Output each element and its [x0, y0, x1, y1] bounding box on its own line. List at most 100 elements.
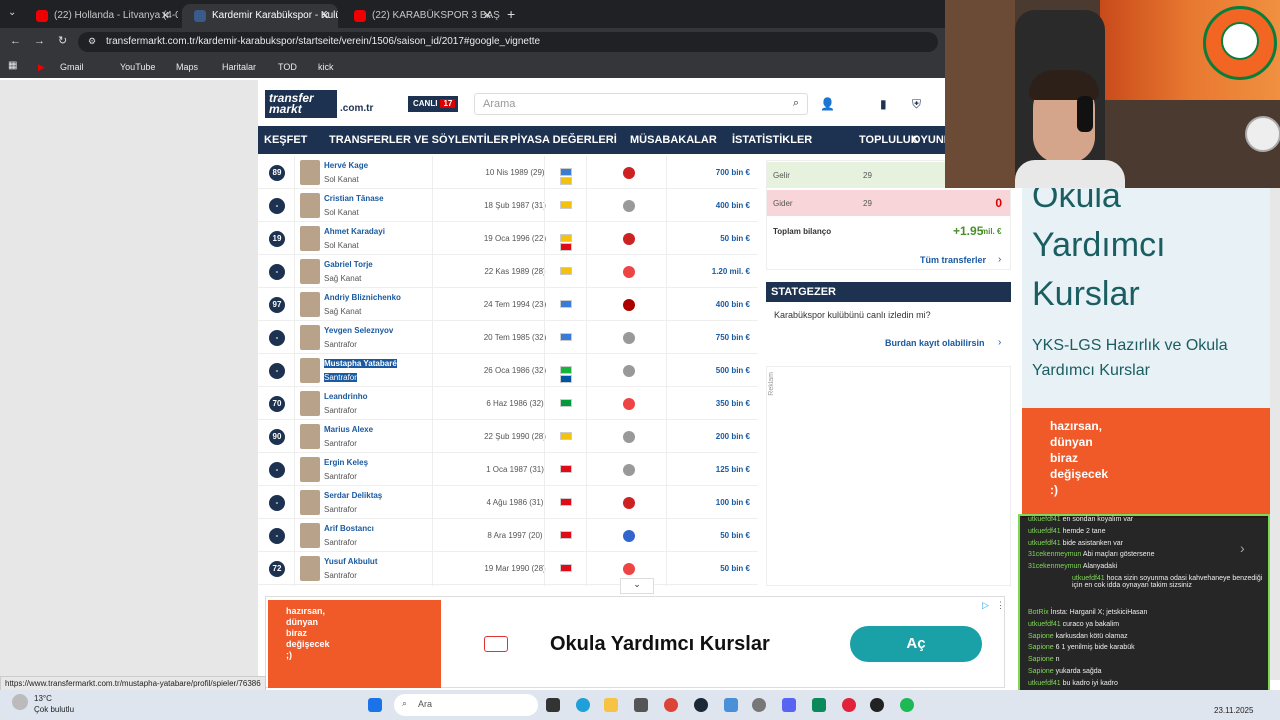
opera-icon[interactable] — [842, 698, 856, 712]
forward-icon[interactable]: → — [34, 35, 45, 47]
chat-username[interactable]: Sapione — [1028, 644, 1054, 651]
chat-username[interactable]: utkuefdf41 — [1028, 621, 1061, 628]
player-photo[interactable] — [300, 457, 320, 482]
club-crest-icon[interactable] — [623, 530, 635, 542]
tab-karabukspor[interactable]: (22) KARABÜKSPOR 3 BAŞAKŞE✕ — [342, 4, 500, 28]
nav-topluluk[interactable]: TOPLULUK — [859, 134, 919, 146]
player-name-link[interactable]: Arif Bostancı — [324, 524, 374, 533]
chat-username[interactable]: 31cekenmeymun — [1028, 563, 1081, 570]
live-button[interactable]: CANLI 17 — [408, 96, 458, 112]
player-name-link[interactable]: Ahmet Karadayi — [324, 227, 385, 236]
market-value[interactable]: 1.20 mil. € — [668, 267, 750, 276]
apps-icon[interactable]: ▦ — [8, 60, 17, 71]
player-name-link[interactable]: Andriy Bliznichenko — [324, 293, 401, 302]
chat-username[interactable]: Sapione — [1028, 633, 1054, 640]
nav-istatistikler[interactable]: İSTATİSTİKLER — [732, 134, 812, 146]
player-photo[interactable] — [300, 226, 320, 251]
player-name-link[interactable]: Yusuf Akbulut — [324, 557, 377, 566]
nav-musabakalar[interactable]: MÜSABAKALAR — [630, 134, 717, 146]
steam-icon[interactable] — [694, 698, 708, 712]
player-photo[interactable] — [300, 358, 320, 383]
player-name-link[interactable]: Mustapha Yatabaré — [324, 359, 397, 368]
market-value[interactable]: 400 bin € — [668, 300, 750, 309]
player-name-link[interactable]: Serdar Deliktaş — [324, 491, 382, 500]
bookmark-kick[interactable]: kick — [318, 62, 334, 72]
new-tab-button[interactable]: + — [507, 6, 515, 22]
settings-icon[interactable] — [752, 698, 766, 712]
taskbar-search[interactable]: ⌕ Ara — [394, 694, 538, 716]
back-icon[interactable]: ← — [10, 35, 21, 47]
tab-hollanda[interactable]: (22) Hollanda - Litvanya (4-0) M✕ — [24, 4, 178, 28]
market-value[interactable]: 200 bin € — [668, 432, 750, 441]
reload-icon[interactable]: ↻ — [58, 34, 67, 47]
transfermarkt-logo[interactable]: transfer markt — [265, 90, 337, 118]
club-crest-icon[interactable] — [623, 464, 635, 476]
register-link[interactable]: Burdan kayıt olabilirsin — [885, 338, 985, 348]
shield-icon[interactable]: ⛨ — [912, 97, 921, 112]
chevron-right-icon[interactable]: › — [1240, 540, 1245, 556]
tab-transfermarkt[interactable]: Kardemir Karabükspor - Kulüp ✕ — [182, 4, 338, 28]
player-photo[interactable] — [300, 523, 320, 548]
player-photo[interactable] — [300, 556, 320, 581]
chat-username[interactable]: 31cekenmeymun — [1028, 551, 1081, 558]
player-name-link[interactable]: Yevgen Seleznyov — [324, 326, 393, 335]
market-value[interactable]: 50 bin € — [668, 234, 750, 243]
player-name-link[interactable]: Cristian Tănase — [324, 194, 384, 203]
market-value[interactable]: 350 bin € — [668, 399, 750, 408]
club-crest-icon[interactable] — [623, 398, 635, 410]
chrome-icon[interactable] — [664, 698, 678, 712]
ad-choices-icon[interactable]: ▷ — [982, 600, 989, 611]
club-crest-icon[interactable] — [623, 563, 635, 575]
nav-kesfet[interactable]: KEŞFET — [264, 134, 307, 146]
app-icon[interactable] — [812, 698, 826, 712]
market-value[interactable]: 700 bin € — [668, 168, 750, 177]
ad-menu-icon[interactable]: ⋮ — [996, 600, 1005, 611]
obs-icon[interactable] — [870, 698, 884, 712]
player-photo[interactable] — [300, 424, 320, 449]
market-value[interactable]: 500 bin € — [668, 366, 750, 375]
market-value[interactable]: 750 bin € — [668, 333, 750, 342]
bookmark-icon[interactable]: ▮ — [880, 97, 887, 111]
search-input[interactable]: Arama ⌕ — [474, 93, 808, 115]
market-value[interactable]: 125 bin € — [668, 465, 750, 474]
chat-username[interactable]: Sapione — [1028, 656, 1054, 663]
bookmark-gmail[interactable]: Gmail — [60, 62, 84, 72]
open-ad-button[interactable]: Aç — [850, 626, 982, 662]
chat-username[interactable]: utkuefdf41 — [1028, 528, 1061, 535]
bookmark-youtube[interactable]: YouTube — [120, 62, 155, 72]
player-photo[interactable] — [300, 325, 320, 350]
club-crest-icon[interactable] — [623, 431, 635, 443]
chat-username[interactable]: utkuefdf41 — [1028, 680, 1061, 687]
close-icon[interactable]: ✕ — [321, 9, 330, 22]
player-name-link[interactable]: Leandrinho — [324, 392, 368, 401]
club-crest-icon[interactable] — [623, 167, 635, 179]
search-icon[interactable]: ⌕ — [793, 97, 799, 110]
edge-icon[interactable] — [576, 698, 590, 712]
club-crest-icon[interactable] — [623, 365, 635, 377]
player-photo[interactable] — [300, 490, 320, 515]
chat-username[interactable]: utkuefdf41 — [1028, 516, 1061, 523]
chat-username[interactable]: utkuefdf41 — [1028, 540, 1061, 547]
collapse-ad-button[interactable]: ⌄ — [620, 578, 654, 594]
bookmark-haritalar[interactable]: Haritalar — [222, 62, 256, 72]
club-crest-icon[interactable] — [623, 266, 635, 278]
youtube-icon[interactable]: ▶ — [38, 62, 45, 73]
club-crest-icon[interactable] — [623, 332, 635, 344]
close-icon[interactable]: ✕ — [483, 9, 492, 22]
store-icon[interactable] — [634, 698, 648, 712]
club-crest-icon[interactable] — [623, 233, 635, 245]
market-value[interactable]: 50 bin € — [668, 531, 750, 540]
player-name-link[interactable]: Gabriel Torje — [324, 260, 373, 269]
chat-username[interactable]: utkuefdf41 — [1072, 575, 1105, 582]
site-info-icon[interactable]: ⚙ — [88, 36, 96, 47]
close-icon[interactable]: ✕ — [161, 9, 170, 22]
market-value[interactable]: 400 bin € — [668, 201, 750, 210]
user-icon[interactable]: 👤 — [820, 97, 835, 111]
task-view-icon[interactable] — [546, 698, 560, 712]
player-name-link[interactable]: Ergin Keleş — [324, 458, 368, 467]
spotify-icon[interactable] — [900, 698, 914, 712]
weather-icon[interactable] — [12, 694, 28, 710]
player-photo[interactable] — [300, 193, 320, 218]
chat-username[interactable]: BotRix — [1028, 609, 1049, 616]
bookmark-tod[interactable]: TOD — [278, 62, 297, 72]
